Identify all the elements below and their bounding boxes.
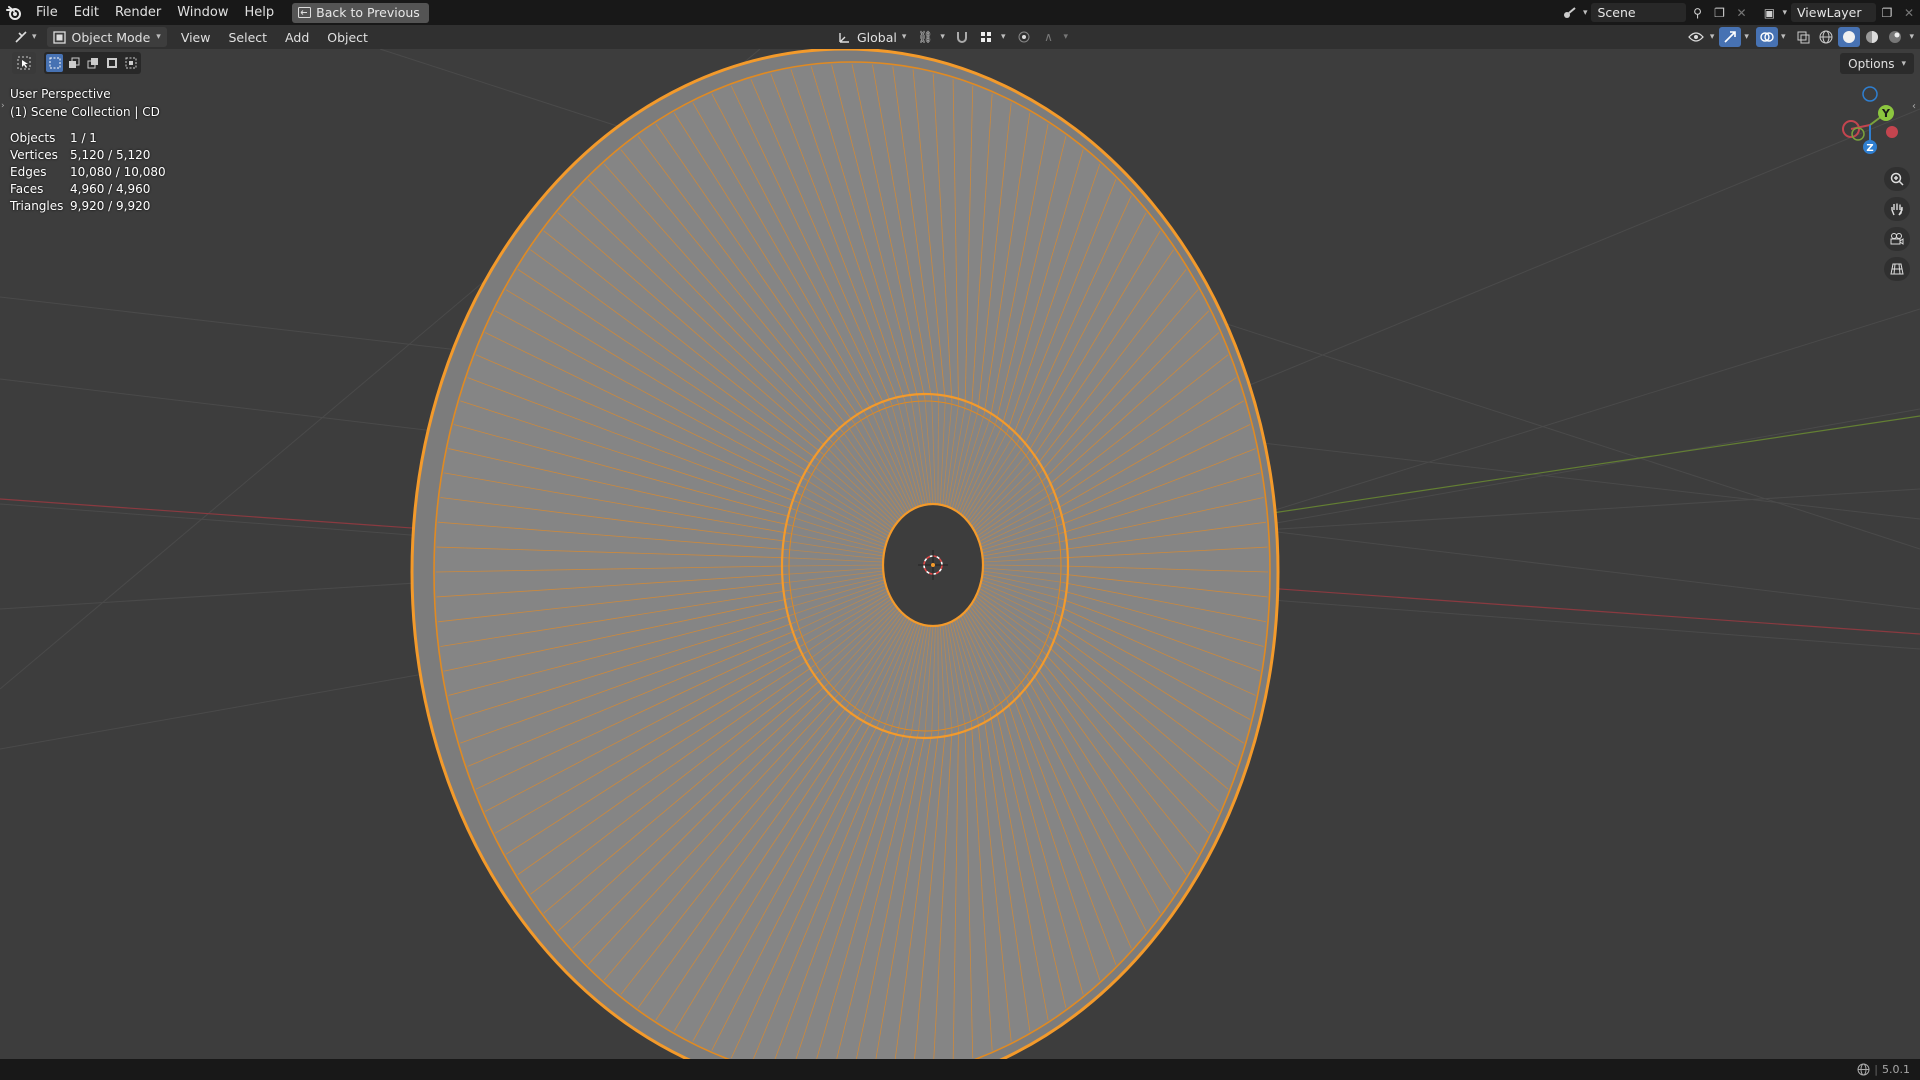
cd-mesh-object[interactable] [410,49,1280,1059]
proportional-edit-icon[interactable] [1013,27,1035,47]
menu-render[interactable]: Render [107,0,169,25]
collection-info: (1) Scene Collection | CD [10,105,160,119]
viewport-display-controls: ▾ ▾ ▾ ▾ [1685,25,1920,49]
back-to-previous-button[interactable]: Back to Previous [292,2,429,23]
select-extend-icon[interactable] [65,54,82,72]
view-info-overlay: User Perspective (1) Scene Collection | … [10,85,160,121]
pin-icon[interactable]: ⚲ [1686,3,1708,22]
top-right-controls: ▾ Scene ⚲ ❐ ✕ ▣ ▾ ViewLayer ❐ ✕ [1559,0,1920,25]
screen-back-icon [298,7,312,18]
overlays-toggle-icon[interactable] [1755,27,1778,47]
gizmo-y-label: Y [1881,107,1891,120]
scene-name: Scene [1597,5,1636,20]
scene-statistics: Objects 1 / 1 Vertices 5,120 / 5,120 Edges… [10,130,166,215]
back-to-previous-label: Back to Previous [316,5,420,20]
gizmo-z-label: Z [1866,143,1873,154]
falloff-icon[interactable]: ∧ [1037,27,1059,47]
menu-help[interactable]: Help [237,0,283,25]
tool-header [0,49,141,77]
mode-dropdown[interactable]: Object Mode ▾ [46,27,167,47]
select-new-icon[interactable] [46,54,63,72]
blender-logo-icon[interactable] [0,0,28,25]
delete-scene-icon[interactable]: ✕ [1730,3,1752,22]
orientation-dropdown[interactable]: Global ▾ [832,27,912,47]
pivot-point-icon[interactable]: ⛓ [914,27,936,47]
menu-select[interactable]: Select [222,27,273,47]
menu-edit[interactable]: Edit [66,0,107,25]
3d-viewport[interactable]: User Perspective (1) Scene Collection | … [0,49,1920,1059]
stat-faces: Faces 4,960 / 4,960 [10,182,151,196]
solid-shading-icon[interactable] [1838,27,1861,47]
top-bar: File Edit Render Window Help Back to Pre… [0,0,1920,25]
view-name: User Perspective [10,87,111,101]
gizmo-neg-z-icon[interactable] [1862,86,1878,102]
mode-label: Object Mode [71,29,151,45]
select-invert-icon[interactable] [103,54,120,72]
menu-file[interactable]: File [28,0,66,25]
material-shading-icon[interactable] [1861,27,1883,47]
menu-window[interactable]: Window [169,0,236,25]
wireframe-shading-icon[interactable] [1815,27,1837,47]
scene-icon[interactable] [1559,3,1581,22]
menu-object[interactable]: Object [321,27,374,47]
select-tool-icon[interactable] [12,52,36,74]
stat-edges: Edges 10,080 / 10,080 [10,165,166,179]
options-label: Options [1848,56,1895,71]
visibility-icon[interactable] [1685,27,1707,47]
transform-controls: Global ▾ ⛓ ▾ ▾ ∧ ▾ [832,25,1068,49]
navigation-gizmo[interactable]: Y Z [1830,85,1910,165]
select-intersect-icon[interactable] [122,54,139,72]
new-scene-icon[interactable]: ❐ [1708,3,1730,22]
version-label: 5.0.1 [1882,1063,1910,1076]
stat-objects: Objects 1 / 1 [10,131,97,145]
selection-mode-group [44,52,141,74]
editor-type-button[interactable]: ▾ [8,27,43,47]
stat-vertices: Vertices 5,120 / 5,120 [10,148,151,162]
global-orientation-icon [839,33,849,43]
camera-view-icon[interactable] [1884,227,1910,251]
new-view-layer-icon[interactable]: ❐ [1876,3,1898,22]
network-globe-icon [1857,1063,1870,1076]
options-dropdown[interactable]: Options ▾ [1840,53,1914,74]
view-layer-caret-icon[interactable]: ▾ [1782,8,1787,18]
3d-viewport-icon [15,31,27,43]
gizmo-toggle-icon[interactable] [1719,27,1742,47]
status-bar: | 5.0.1 [0,1059,1920,1080]
viewport-scene[interactable] [0,49,1920,1059]
snap-target-icon[interactable] [975,27,997,47]
menu-add[interactable]: Add [279,27,315,47]
xray-toggle-icon[interactable] [1792,27,1814,47]
perspective-grid-icon[interactable] [1884,257,1910,281]
viewport-nav-tools [1884,167,1910,281]
scene-caret-icon[interactable]: ▾ [1583,8,1588,18]
orientation-label: Global [857,29,897,45]
view-layer-icon[interactable]: ▣ [1758,3,1780,22]
menu-view[interactable]: View [175,27,217,47]
view-layer-field[interactable]: ViewLayer [1791,3,1876,22]
sidebar-toggle-icon[interactable]: ‹ [1912,101,1920,115]
object-mode-icon [52,30,66,44]
pan-hand-icon[interactable] [1884,197,1910,221]
viewport-header: ▾ Object Mode ▾ View Select Add Object G… [0,25,1920,49]
toolbar-collapse-icon[interactable]: › [1,101,9,115]
rendered-shading-icon[interactable] [1884,27,1906,47]
view-layer-name: ViewLayer [1797,5,1862,20]
snap-toggle-icon[interactable] [951,27,973,47]
zoom-icon[interactable] [1884,167,1910,191]
stat-triangles: Triangles 9,920 / 9,920 [10,199,151,213]
delete-view-layer-icon[interactable]: ✕ [1898,3,1920,22]
scene-name-field[interactable]: Scene [1591,3,1687,22]
gizmo-x-icon[interactable] [1886,126,1898,138]
select-subtract-icon[interactable] [84,54,101,72]
